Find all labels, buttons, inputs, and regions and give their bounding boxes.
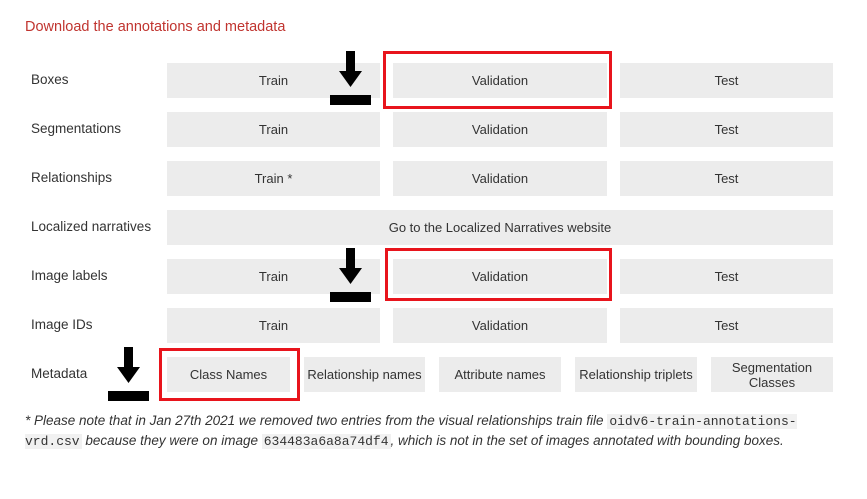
row-label-segmentations: Segmentations (31, 121, 122, 136)
footnote-text-1: * Please note that in Jan 27th 2021 we r… (25, 413, 608, 428)
footnote-image-id: 634483a6a8a74df4 (261, 433, 391, 449)
down-arrow-icon (330, 51, 371, 105)
segmentations-train-button[interactable]: Train (167, 112, 380, 147)
class-names-button[interactable]: Class Names (167, 357, 290, 392)
footnote-text-3: , which is not in the set of images anno… (390, 432, 784, 448)
row-label-relationships: Relationships (31, 170, 113, 185)
row-label-image-labels: Image labels (31, 268, 108, 283)
image-ids-train-button[interactable]: Train (167, 308, 380, 343)
row-label-localized-narratives: Localized narratives (31, 219, 152, 234)
page-title: Download the annotations and metadata (25, 19, 286, 35)
footnote: * Please note that in Jan 27th 2021 we r… (25, 412, 835, 451)
image-labels-validation-button[interactable]: Validation (393, 259, 607, 294)
boxes-validation-button[interactable]: Validation (393, 63, 607, 98)
relationship-triplets-button[interactable]: Relationship triplets (575, 357, 697, 392)
down-arrow-icon (330, 248, 371, 302)
attribute-names-button[interactable]: Attribute names (439, 357, 561, 392)
row-label-metadata: Metadata (31, 366, 88, 381)
image-ids-validation-button[interactable]: Validation (393, 308, 607, 343)
image-labels-test-button[interactable]: Test (620, 259, 833, 294)
image-ids-test-button[interactable]: Test (620, 308, 833, 343)
relationships-test-button[interactable]: Test (620, 161, 833, 196)
localized-narratives-link-button[interactable]: Go to the Localized Narratives website (167, 210, 833, 245)
relationships-validation-button[interactable]: Validation (393, 161, 607, 196)
relationships-train-button[interactable]: Train * (167, 161, 380, 196)
segmentations-test-button[interactable]: Test (620, 112, 833, 147)
boxes-test-button[interactable]: Test (620, 63, 833, 98)
footnote-text-2: because they were on image (81, 432, 262, 448)
relationship-names-button[interactable]: Relationship names (304, 357, 425, 392)
row-label-image-ids: Image IDs (31, 317, 93, 332)
segmentation-classes-button[interactable]: Segmentation Classes (711, 357, 833, 392)
segmentations-validation-button[interactable]: Validation (393, 112, 607, 147)
row-label-boxes: Boxes (31, 72, 69, 87)
down-arrow-icon (108, 347, 149, 401)
